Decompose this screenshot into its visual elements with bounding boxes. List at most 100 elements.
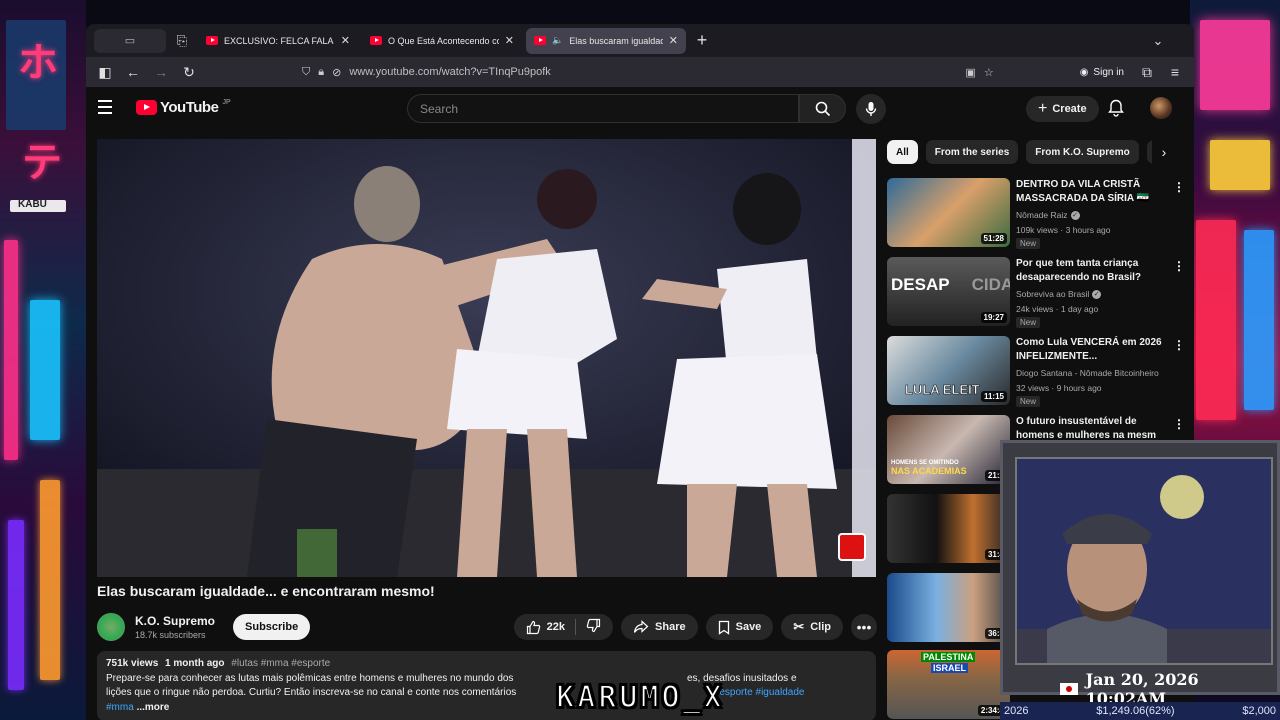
share-icon xyxy=(633,620,649,633)
create-button[interactable]: + Create xyxy=(1026,96,1099,122)
recommendation-channel[interactable]: Diogo Santana - Nômade Bitcoinheiro xyxy=(1016,368,1159,378)
japan-flag-icon xyxy=(1060,683,1078,695)
kebab-menu-icon[interactable]: ⋮ xyxy=(1173,180,1185,194)
video-thumbnail[interactable]: PALESTINA ISRAEL 2:34:4 xyxy=(887,650,1010,719)
youtube-favicon-icon xyxy=(206,36,218,45)
recommendation-channel[interactable]: Nômade Raiz ✓ xyxy=(1016,210,1080,221)
description-meta: 751k views 1 month ago #lutas #mma #espo… xyxy=(106,657,867,672)
recommendation-item[interactable]: DESAP CIDA 19:27 Por que tem tanta crianç… xyxy=(887,257,1187,329)
video-thumbnail[interactable]: HOMENS SE OMITINDO NAS ACADEMIAS 21:2 xyxy=(887,415,1010,484)
hashtag-link[interactable]: #mma xyxy=(106,702,134,713)
chevron-right-icon[interactable]: › xyxy=(1152,139,1176,165)
bookmark-star-icon[interactable]: ☆ xyxy=(984,66,994,79)
scissors-icon: ✂ xyxy=(793,619,805,634)
video-thumbnail[interactable]: DESAP CIDA 19:27 xyxy=(887,257,1010,326)
channel-watermark-icon[interactable] xyxy=(838,533,866,561)
search-button[interactable] xyxy=(799,94,846,123)
new-badge: New xyxy=(1016,396,1041,407)
more-actions-icon[interactable]: ••• xyxy=(851,614,877,640)
close-tab-icon[interactable]: ✕ xyxy=(505,34,514,47)
recommendation-title[interactable]: DENTRO DA VILA CRISTÃ MASSACRADA DA SÍRI… xyxy=(1016,178,1166,206)
recommendation-title[interactable]: O futuro insustentável de homens e mulhe… xyxy=(1016,415,1166,443)
thumbs-down-icon xyxy=(586,618,601,633)
tab-groups-button[interactable]: ▭ xyxy=(94,28,166,53)
thumbnail-text: HOMENS SE OMITINDO NAS ACADEMIAS xyxy=(891,460,967,476)
kebab-menu-icon[interactable]: ⋮ xyxy=(1173,338,1185,352)
upload-age: 1 month ago xyxy=(165,658,225,669)
channel-name: Nômade Raiz xyxy=(1016,210,1068,220)
video-thumbnail[interactable]: 36:3 xyxy=(887,573,1010,642)
verified-icon: ✓ xyxy=(1092,290,1102,300)
tab-1[interactable]: EXCLUSIVO: FELCA FALA EM AI ✕ xyxy=(198,28,358,54)
recommendation-item[interactable]: 51:28 DENTRO DA VILA CRISTÃ MASSACRADA D… xyxy=(887,178,1187,250)
sign-in-button[interactable]: ◉ Sign in xyxy=(1080,67,1124,78)
logo-region: JP xyxy=(222,98,231,106)
tab-list-icon[interactable]: ⎘ xyxy=(170,29,194,53)
extensions-icon[interactable]: ⧉ xyxy=(1136,61,1158,83)
verified-icon: ✓ xyxy=(1070,211,1080,221)
tab-title: O Que Está Acontecendo com a xyxy=(388,35,499,46)
guide-menu-icon[interactable] xyxy=(98,96,120,118)
clip-button[interactable]: ✂ Clip xyxy=(781,614,843,640)
sidebar-toggle-icon[interactable]: ◧ xyxy=(94,61,116,83)
back-button[interactable]: ← xyxy=(122,61,144,83)
close-tab-icon[interactable]: ✕ xyxy=(341,34,350,47)
duration-badge: 19:27 xyxy=(980,312,1007,323)
description-box[interactable]: 751k views 1 month ago #lutas #mma #espo… xyxy=(97,651,876,720)
share-button[interactable]: Share xyxy=(621,614,698,640)
video-title: Elas buscaram igualdade... e encontraram… xyxy=(97,583,435,599)
recommendation-meta: 32 views · 9 hours ago xyxy=(1016,383,1102,393)
kebab-menu-icon[interactable]: ⋮ xyxy=(1173,259,1185,273)
recommendation-item[interactable]: LULA ELEIT 11:15 Como Lula VENCERÁ em 20… xyxy=(887,336,1187,408)
video-actions: 22k Share Save ✂ Clip ••• xyxy=(513,614,877,640)
video-thumbnail[interactable]: LULA ELEIT 11:15 xyxy=(887,336,1010,405)
speaker-icon[interactable]: 🔈 xyxy=(552,35,563,46)
menu-icon[interactable]: ≡ xyxy=(1164,61,1186,83)
recommendation-title[interactable]: Por que tem tanta criança desaparecendo … xyxy=(1016,257,1166,285)
channel-info: K.O. Supremo 18.7k subscribers xyxy=(135,614,215,640)
dislike-button[interactable] xyxy=(586,618,601,636)
url-text[interactable]: www.youtube.com/watch?v=TInqPu9pofk xyxy=(349,66,957,78)
permissions-icon[interactable]: ⊘ xyxy=(332,66,341,79)
address-bar[interactable]: ⛉ 🔒︎ ⊘ www.youtube.com/watch?v=TInqPu9po… xyxy=(302,60,994,84)
video-thumbnail[interactable]: 51:28 xyxy=(887,178,1010,247)
shield-icon[interactable]: ⛉ xyxy=(302,66,310,79)
chip-from-channel[interactable]: From K.O. Supremo xyxy=(1026,140,1139,164)
kebab-menu-icon[interactable]: ⋮ xyxy=(1173,417,1185,431)
channel-name[interactable]: K.O. Supremo xyxy=(135,614,215,628)
chip-all[interactable]: All xyxy=(887,140,918,164)
subscribe-button[interactable]: Subscribe xyxy=(233,614,311,640)
tab-title: Elas buscaram igualdade... xyxy=(569,35,663,46)
recommendation-channel[interactable]: Sobreviva ao Brasil ✓ xyxy=(1016,289,1102,300)
reload-button[interactable]: ↻ xyxy=(178,61,200,83)
notifications-button[interactable] xyxy=(1108,99,1124,122)
translate-icon[interactable]: ▣ xyxy=(965,66,975,79)
search-input[interactable]: Search xyxy=(407,94,799,123)
related-filter-chips: All From the series From K.O. Supremo R xyxy=(887,139,1187,165)
chevron-down-icon[interactable]: ⌄ xyxy=(1146,29,1170,53)
like-button[interactable]: 22k xyxy=(526,620,565,635)
new-tab-button[interactable]: + xyxy=(690,29,714,53)
video-frame xyxy=(97,139,876,577)
chip-from-the-series[interactable]: From the series xyxy=(925,140,1019,164)
tab-2[interactable]: O Que Está Acontecendo com a ✕ xyxy=(362,28,522,54)
recommendation-title[interactable]: Como Lula VENCERÁ em 2026 INFELIZMENTE..… xyxy=(1016,336,1166,364)
voice-search-button[interactable] xyxy=(856,94,886,124)
show-more-button[interactable]: ...more xyxy=(137,702,170,713)
tab-3-active[interactable]: 🔈 Elas buscaram igualdade... ✕ xyxy=(526,27,686,54)
owner-row: K.O. Supremo 18.7k subscribers Subscribe… xyxy=(97,611,877,643)
account-icon: ◉ xyxy=(1079,66,1089,78)
forward-button[interactable]: → xyxy=(150,61,172,83)
top-hashtags[interactable]: #lutas #mma #esporte xyxy=(231,658,330,669)
youtube-play-icon xyxy=(136,99,157,115)
video-thumbnail[interactable]: 31:4 xyxy=(887,494,1010,563)
user-avatar[interactable] xyxy=(1150,97,1172,119)
close-tab-icon[interactable]: ✕ xyxy=(669,34,678,47)
video-player[interactable] xyxy=(97,139,876,577)
webcam-video xyxy=(1015,457,1273,665)
youtube-logo[interactable]: YouTube JP xyxy=(136,99,231,116)
save-button[interactable]: Save xyxy=(705,614,774,640)
neon-sign-kanji: ホ xyxy=(18,40,58,86)
channel-avatar[interactable] xyxy=(97,613,125,641)
lock-icon[interactable]: 🔒︎ xyxy=(318,66,324,79)
